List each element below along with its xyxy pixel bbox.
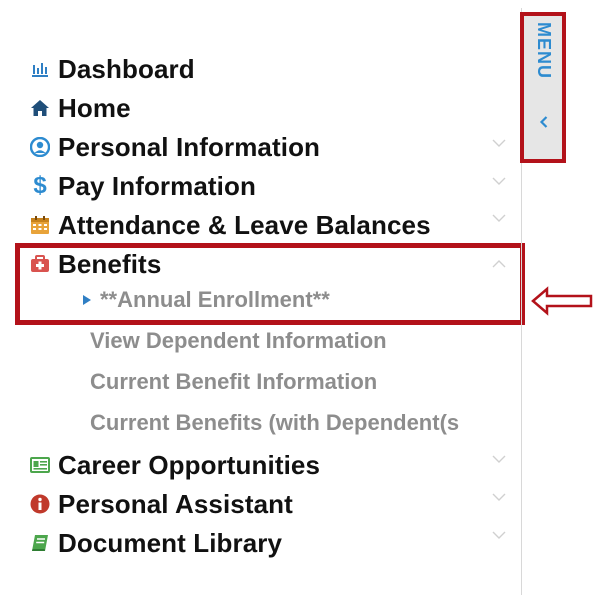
chevron-up-icon[interactable] [492, 257, 506, 271]
hollow-left-arrow-icon [531, 286, 593, 316]
chevron-down-icon[interactable] [492, 174, 506, 188]
menu-item-label: Home [58, 92, 131, 123]
submenu-item-current-benefits-with-dependents[interactable]: Current Benefits (with Dependent(s [90, 408, 459, 438]
bar-chart-icon [30, 59, 50, 79]
chevron-down-icon[interactable] [492, 528, 506, 542]
dollar-icon: $ [33, 172, 47, 199]
menu-item-label: Personal Assistant [58, 488, 293, 519]
side-menu: Dashboard Home Personal Information $ Pa… [8, 8, 525, 595]
chevron-down-icon[interactable] [492, 211, 506, 225]
calendar-icon [30, 215, 50, 235]
book-icon [30, 533, 50, 553]
menu-item-label: Attendance & Leave Balances [58, 209, 431, 240]
chevron-down-icon[interactable] [492, 490, 506, 504]
menu-toggle-tab[interactable]: MENU [520, 12, 566, 163]
medical-kit-icon [30, 254, 50, 274]
menu-item-career-opportunities[interactable]: Career Opportunities [30, 448, 320, 482]
menu-item-label: Dashboard [58, 53, 195, 84]
submenu-item-label: Current Benefits (with Dependent(s [90, 410, 460, 435]
submenu-item-label: Current Benefit Information [90, 369, 378, 394]
menu-item-label: Document Library [58, 527, 283, 558]
menu-item-label: Pay Information [58, 170, 256, 201]
menu-item-dashboard[interactable]: Dashboard [30, 52, 195, 86]
chevron-down-icon[interactable] [492, 136, 506, 150]
submenu-item-label: **Annual Enrollment** [100, 287, 330, 312]
menu-item-document-library[interactable]: Document Library [30, 526, 282, 560]
submenu-item-current-benefit-information[interactable]: Current Benefit Information [90, 367, 377, 397]
user-circle-icon [30, 137, 50, 157]
caret-right-icon [83, 295, 91, 305]
submenu-item-label: View Dependent Information [90, 328, 387, 353]
menu-item-label: Benefits [58, 248, 162, 279]
submenu-item-view-dependent-information[interactable]: View Dependent Information [90, 326, 387, 356]
chevron-left-icon [539, 116, 548, 128]
id-card-icon [30, 455, 50, 475]
home-icon [30, 98, 50, 118]
info-circle-icon [30, 494, 50, 514]
chevron-down-icon[interactable] [492, 452, 506, 466]
menu-item-pay-information[interactable]: $ Pay Information [30, 169, 256, 203]
menu-item-label: Personal Information [58, 131, 321, 162]
submenu-item-annual-enrollment[interactable]: **Annual Enrollment** [83, 285, 330, 315]
menu-item-label: Career Opportunities [58, 449, 321, 480]
menu-item-home[interactable]: Home [30, 91, 131, 125]
menu-item-personal-assistant[interactable]: Personal Assistant [30, 487, 293, 521]
menu-item-benefits[interactable]: Benefits [30, 247, 161, 281]
menu-item-personal-information[interactable]: Personal Information [30, 130, 320, 164]
menu-tab-label: MENU [534, 22, 554, 79]
menu-item-attendance[interactable]: Attendance & Leave Balances [30, 208, 431, 242]
